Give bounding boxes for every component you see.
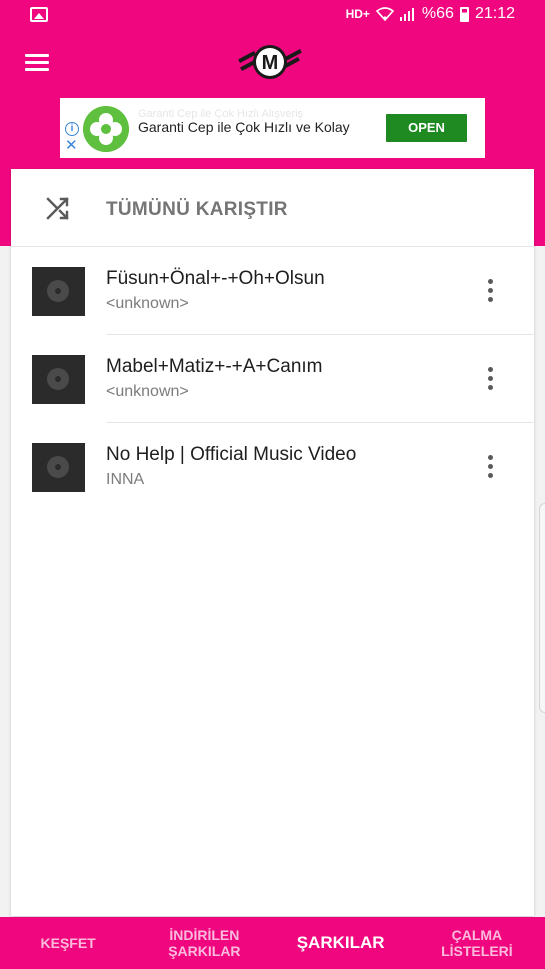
shuffle-all-button[interactable]: TÜMÜNÜ KARIŞTIR — [11, 169, 534, 247]
tab-calma-listeleri[interactable]: ÇALMA LİSTELERİ — [409, 917, 545, 969]
song-list: Füsun+Önal+-+Oh+Olsun <unknown> Mabel+Ma… — [11, 247, 534, 511]
song-title: Füsun+Önal+-+Oh+Olsun — [106, 268, 325, 289]
tab-label: ÇALMA LİSTELERİ — [441, 927, 513, 959]
song-title: Mabel+Matiz+-+A+Canım — [106, 356, 323, 377]
song-title: No Help | Official Music Video — [106, 444, 357, 465]
disc-icon — [47, 368, 69, 390]
wifi-icon — [375, 7, 394, 21]
disc-icon — [47, 280, 69, 302]
more-options-icon[interactable] — [483, 455, 497, 479]
tab-label: İNDİRİLEN ŞARKILAR — [168, 927, 241, 959]
album-art-thumbnail — [32, 267, 85, 316]
album-art-thumbnail — [32, 355, 85, 404]
network-type: HD+ — [345, 7, 370, 21]
clock: 21:12 — [474, 5, 515, 22]
tab-kesfet[interactable]: KEŞFET — [0, 917, 136, 969]
status-indicators: HD+ %66 21:12 — [346, 5, 515, 23]
ad-open-button[interactable]: OPEN — [386, 114, 467, 142]
song-artist: <unknown> — [106, 383, 189, 400]
ad-clover-logo-icon — [83, 106, 129, 152]
hamburger-menu-icon[interactable] — [25, 54, 49, 72]
battery-icon — [459, 6, 469, 22]
app-logo: M — [238, 45, 302, 79]
tab-label: ŞARKILAR — [296, 933, 385, 952]
tab-sarkilar[interactable]: ŞARKILAR — [273, 917, 409, 969]
gallery-notification-icon — [30, 7, 48, 22]
album-art-thumbnail — [32, 443, 85, 492]
logo-letter: M — [262, 52, 279, 74]
tab-indirilen-sarkilar[interactable]: İNDİRİLEN ŞARKILAR — [136, 917, 272, 969]
song-row[interactable]: No Help | Official Music Video INNA — [11, 423, 534, 511]
more-options-icon[interactable] — [483, 279, 497, 303]
song-artist: INNA — [106, 471, 145, 488]
songs-card: TÜMÜNÜ KARIŞTIR Füsun+Önal+-+Oh+Olsun <u… — [11, 169, 534, 916]
shuffle-icon — [46, 197, 69, 220]
battery-percent: %66 — [421, 5, 454, 22]
ad-info-icon[interactable]: i — [65, 122, 79, 136]
ad-text: Garanti Cep ile Çok Hızlı ve Kolay — [138, 119, 350, 135]
song-row[interactable]: Füsun+Önal+-+Oh+Olsun <unknown> — [11, 247, 534, 335]
tab-label: KEŞFET — [40, 935, 96, 951]
song-artist: <unknown> — [106, 295, 189, 312]
more-options-icon[interactable] — [483, 367, 497, 391]
disc-icon — [47, 456, 69, 478]
ad-close-icon[interactable]: ✕ — [65, 138, 78, 153]
signal-icon — [399, 8, 414, 21]
status-bar: HD+ %66 21:12 — [0, 0, 545, 30]
bottom-navigation: KEŞFET İNDİRİLEN ŞARKILAR ŞARKILAR ÇALMA L… — [0, 917, 545, 969]
edge-panel-handle[interactable] — [539, 503, 545, 713]
ad-banner[interactable]: i ✕ Garanti Cep ile Çok Hızlı Alışveriş … — [60, 98, 485, 158]
song-row[interactable]: Mabel+Matiz+-+A+Canım <unknown> — [11, 335, 534, 423]
shuffle-label: TÜMÜNÜ KARIŞTIR — [106, 199, 288, 220]
